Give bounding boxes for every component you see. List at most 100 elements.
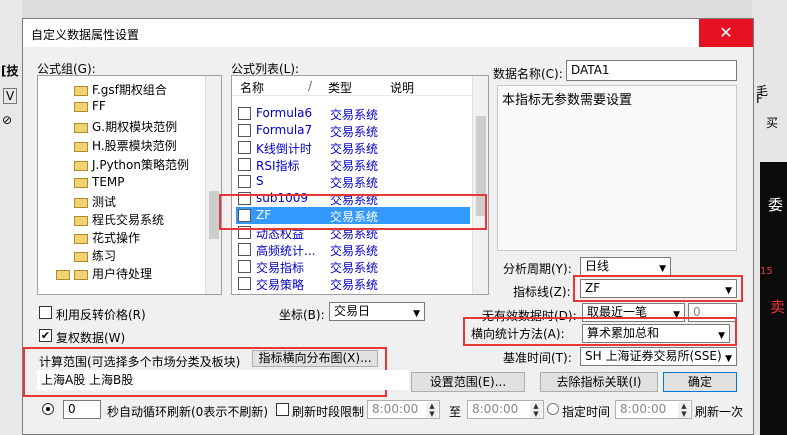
folder-icon: [74, 141, 88, 152]
spin-down-icon[interactable]: ▼: [426, 410, 438, 418]
formula-icon: [238, 141, 251, 154]
formula-icon: [238, 243, 251, 256]
specified-time-radio[interactable]: [547, 403, 559, 415]
time-from-input[interactable]: 8:00:00 ▲ ▼: [367, 400, 440, 419]
tree-item[interactable]: TEMP: [74, 175, 125, 193]
tree-item[interactable]: 程氏交易系统: [74, 211, 164, 229]
bg-fragment-v: V: [3, 88, 18, 104]
description-panel: 本指标无参数需要设置: [497, 85, 737, 251]
tree-item[interactable]: G.期权模块范例: [74, 118, 177, 136]
tree-item-label: F.gsf期权组合: [92, 83, 167, 97]
reverse-price-label: 利用反转价格(R): [56, 308, 146, 322]
spin-down-icon[interactable]: ▼: [678, 410, 690, 418]
tree-item[interactable]: 练习: [74, 247, 116, 265]
spin-up-icon[interactable]: ▲: [426, 402, 438, 410]
folder-icon: [74, 160, 88, 171]
highlight-selected-formula: [219, 194, 487, 230]
background-quote-panel: 委 15 卖: [760, 162, 787, 435]
column-header-type[interactable]: 类型: [328, 79, 352, 96]
spin-up-icon[interactable]: ▲: [678, 402, 690, 410]
bg-fragment-buy: 买: [766, 116, 779, 130]
formula-icon: [238, 260, 251, 273]
rights-data-checkbox[interactable]: ✔: [39, 329, 52, 342]
tree-item-label: 花式操作: [92, 231, 141, 245]
chevron-down-icon: ▼: [725, 354, 732, 364]
tree-item[interactable]: 测试: [74, 193, 116, 211]
folder-icon: [74, 269, 88, 280]
formula-list-scrollbar[interactable]: [472, 76, 488, 294]
data-name-label: 数据名称(C):: [493, 67, 563, 81]
title-bar: 自定义数据属性设置 ✕: [23, 19, 753, 47]
analysis-period-label: 分析周期(Y):: [503, 262, 572, 276]
refresh-seconds-input[interactable]: 0: [63, 400, 101, 419]
group-scrollbar[interactable]: [205, 76, 221, 294]
spin-down-icon[interactable]: ▼: [530, 410, 542, 418]
bg-fragment-icon: ⊘: [2, 113, 13, 127]
folder-icon: [74, 101, 88, 112]
calc-range-value: 上海A股 上海B股: [37, 370, 409, 390]
tree-item-label: 练习: [92, 249, 117, 263]
column-header-desc[interactable]: 说明: [390, 79, 414, 96]
coordinate-label: 坐标(B):: [279, 308, 325, 322]
tree-item[interactable]: 用户待处理: [56, 265, 152, 283]
tree-item-label: TEMP: [92, 175, 125, 189]
bg-fragment-f: F: [756, 92, 763, 106]
bg-fragment-tech: [技: [1, 64, 19, 78]
calc-range-label: 计算范围(可选择多个市场分类及板块): [39, 355, 241, 369]
tree-item[interactable]: F.gsf期权组合: [74, 81, 167, 99]
rights-data-label: 复权数据(W): [56, 331, 126, 345]
tree-item[interactable]: J.Python策略范例: [74, 156, 189, 174]
tree-item-label: 程氏交易系统: [92, 213, 165, 227]
formula-icon: [238, 277, 251, 290]
reference-time-select[interactable]: SH 上海证券交易所(SSE) ▼: [580, 347, 737, 366]
formula-icon: [238, 107, 251, 120]
list-item[interactable]: 交易指标 交易系统: [236, 258, 470, 275]
data-name-input[interactable]: DATA1: [566, 60, 737, 81]
tree-item[interactable]: FF: [74, 99, 106, 117]
custom-data-properties-dialog: 自定义数据属性设置 ✕ 公式组(G): F.gsf期权组合 FF G.期权模块范…: [22, 18, 754, 435]
refresh-period-limit-checkbox[interactable]: [276, 403, 289, 416]
formula-list[interactable]: 名称 / 类型 说明 Formula6 交易系统 Formula7 交易系统 K线倒…: [231, 75, 489, 295]
list-item[interactable]: 高频统计... 交易系统: [236, 241, 470, 258]
scroll-thumb[interactable]: [209, 191, 219, 239]
sort-indicator: /: [308, 79, 313, 93]
highlight-indicator-line: [573, 275, 743, 302]
list-item[interactable]: S 交易系统: [236, 173, 470, 190]
coordinate-select[interactable]: 交易日 ▼: [329, 302, 425, 321]
folder-icon: [56, 269, 70, 280]
list-item[interactable]: 交易策略 交易系统: [236, 275, 470, 292]
spin-up-icon[interactable]: ▲: [530, 402, 542, 410]
specified-time-input[interactable]: 8:00:00 ▲ ▼: [615, 400, 692, 419]
tree-item[interactable]: 花式操作: [74, 229, 140, 247]
tree-item-label: G.期权模块范例: [92, 120, 178, 134]
auto-refresh-radio[interactable]: [42, 403, 54, 415]
close-button[interactable]: ✕: [699, 19, 753, 47]
description-text: 本指标无参数需要设置: [502, 93, 633, 108]
group-list: F.gsf期权组合 FF G.期权模块范例 H.股票模块范例 J.Python策…: [56, 81, 214, 291]
folder-icon: [74, 233, 88, 244]
refresh-once-label[interactable]: 刷新一次: [695, 403, 743, 420]
column-header-name[interactable]: 名称: [240, 79, 264, 96]
list-item[interactable]: Formula6 交易系统: [236, 105, 470, 122]
folder-icon: [74, 177, 88, 188]
close-icon: ✕: [719, 23, 733, 42]
list-item[interactable]: RSI指标 交易系统: [236, 156, 470, 173]
highlight-horizontal-stat: [463, 317, 737, 346]
analysis-period-select[interactable]: 日线 ▼: [580, 257, 671, 276]
reverse-price-checkbox[interactable]: [39, 306, 52, 319]
formula-group-tree[interactable]: F.gsf期权组合 FF G.期权模块范例 H.股票模块范例 J.Python策…: [37, 75, 222, 295]
horizontal-distribution-button[interactable]: 指标横向分布图(X)...: [252, 350, 378, 367]
ok-button[interactable]: 确定: [663, 372, 737, 392]
remove-link-button[interactable]: 去除指标关联(I): [540, 372, 658, 392]
refresh-period-limit-label: 刷新时段限制: [292, 405, 365, 419]
set-range-button[interactable]: 设置范围(E)...: [411, 372, 525, 392]
tree-item-label: H.股票模块范例: [92, 139, 177, 153]
list-header: 名称 / 类型 说明: [232, 76, 472, 96]
tree-item[interactable]: H.股票模块范例: [74, 137, 177, 155]
formula-icon: [238, 175, 251, 188]
list-item[interactable]: Formula7 交易系统: [236, 122, 470, 139]
folder-icon: [74, 122, 88, 133]
list-item[interactable]: K线倒计时 交易系统: [236, 139, 470, 156]
time-to-input[interactable]: 8:00:00 ▲ ▼: [467, 400, 544, 419]
formula-icon: [238, 124, 251, 137]
